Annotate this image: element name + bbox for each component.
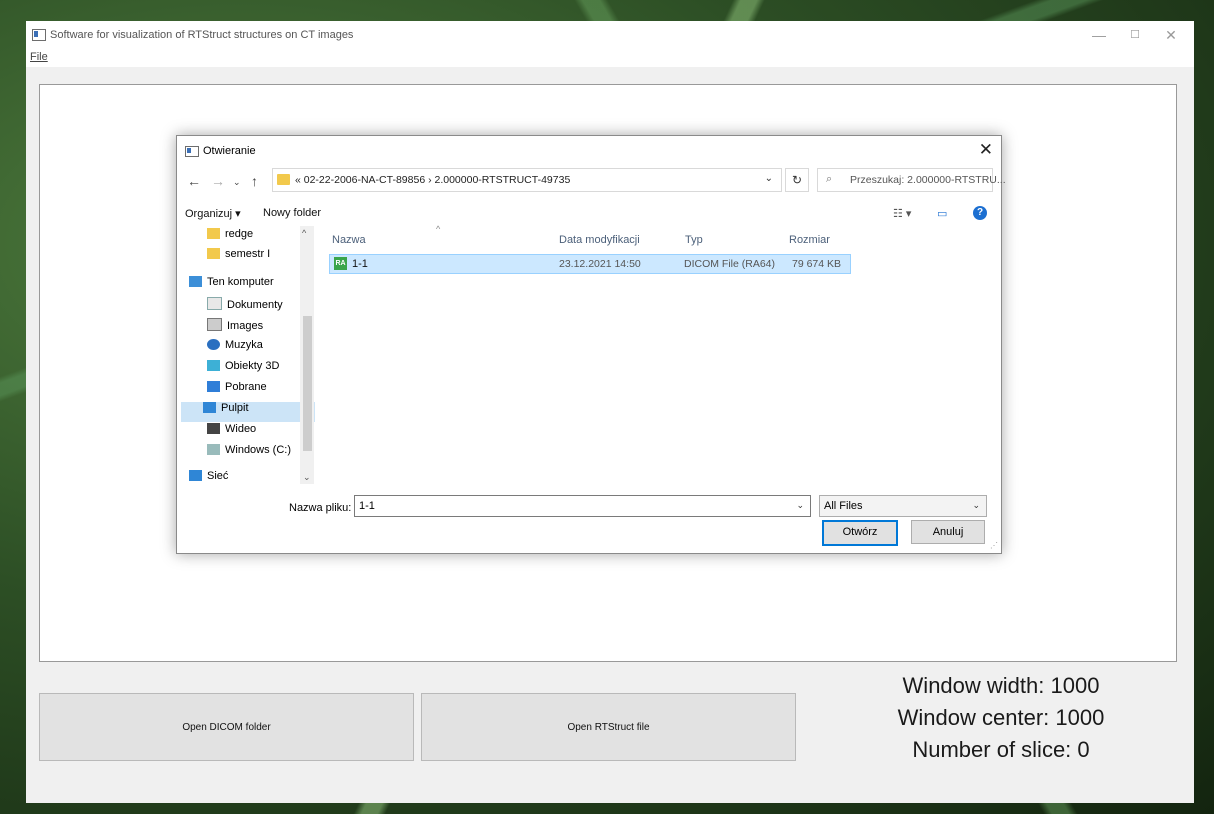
nav-item-label: Sieć	[207, 470, 229, 482]
cancel-button[interactable]: Anuluj	[911, 520, 985, 544]
dicom-file-icon: RA	[334, 257, 347, 270]
objects-3d-icon	[207, 360, 220, 371]
navigation-pane: redge semestr I Ten komputer Dokumenty Image…	[177, 226, 315, 484]
dialog-close-icon[interactable]: ✕	[979, 140, 993, 160]
minimize-icon[interactable]: —	[1084, 25, 1114, 45]
nav-item[interactable]: Ten komputer	[185, 276, 303, 296]
window-title: Software for visualization of RTStruct s…	[50, 29, 354, 41]
file-name: 1-1	[352, 258, 368, 270]
nav-item-label: Obiekty 3D	[225, 360, 280, 372]
title-bar: Software for visualization of RTStruct s…	[26, 21, 1194, 49]
open-button[interactable]: Otwórz	[822, 520, 898, 546]
column-type[interactable]: Typ	[685, 234, 703, 246]
menu-file[interactable]: File	[30, 51, 48, 63]
nav-item[interactable]: Wideo	[185, 423, 315, 443]
video-icon	[207, 423, 220, 434]
documents-icon	[207, 297, 222, 310]
nav-item[interactable]: Sieć	[185, 470, 303, 484]
address-path: « 02-22-2006-NA-CT-89856 › 2.000000-RTST…	[295, 174, 571, 186]
nav-item-label: redge	[225, 228, 254, 240]
window-width-label: Window width: 1000	[902, 673, 1100, 698]
resize-grip-icon[interactable]: ⋰	[990, 541, 998, 550]
close-icon[interactable]: ✕	[1156, 25, 1186, 45]
organize-button[interactable]: Organizuj ▾	[185, 207, 241, 220]
nav-item-label: Dokumenty	[227, 299, 283, 311]
open-dicom-folder-button[interactable]: Open DICOM folder	[39, 693, 414, 761]
file-modified: 23.12.2021 14:50	[559, 258, 641, 270]
app-icon	[32, 29, 46, 41]
search-icon: ⌕	[826, 173, 833, 185]
recent-locations-icon[interactable]: ⌄	[233, 177, 241, 188]
nav-item-label: Ten komputer	[207, 276, 274, 288]
menu-bar: File	[26, 49, 1194, 67]
window-center-label: Window center: 1000	[897, 705, 1105, 730]
nav-item[interactable]: redge	[185, 228, 315, 248]
column-modified[interactable]: Data modyfikacji	[559, 234, 640, 246]
nav-item[interactable]: Dokumenty	[185, 297, 315, 317]
nav-item-label: Pobrane	[225, 381, 267, 393]
folder-icon	[207, 248, 220, 259]
open-file-dialog: Otwieranie ✕ ← → ⌄ ↑ « 02-22-2006-NA-CT-…	[176, 135, 1006, 554]
filename-label: Nazwa pliku:	[289, 502, 352, 514]
scroll-up-icon[interactable]: ^	[302, 228, 306, 238]
nav-item-label: Windows (C:)	[225, 444, 292, 456]
music-icon	[207, 339, 220, 350]
sort-caret-icon: ^	[436, 224, 441, 234]
back-arrow-icon[interactable]: ←	[187, 173, 201, 189]
refresh-icon[interactable]: ↻	[785, 168, 809, 192]
view-options-icon[interactable]: ☷ ▾	[893, 207, 911, 220]
maximize-icon[interactable]: ☐	[1120, 25, 1150, 45]
new-folder-button[interactable]: Nowy folder	[263, 207, 321, 219]
chevron-down-icon[interactable]: ⌄	[765, 173, 773, 184]
dialog-title: Otwieranie	[203, 145, 256, 157]
chevron-down-icon[interactable]: ⌄	[972, 500, 980, 511]
nav-item[interactable]: Pobrane	[185, 381, 315, 401]
images-icon	[207, 318, 222, 331]
network-icon	[189, 470, 202, 481]
column-size[interactable]: Rozmiar	[789, 234, 830, 246]
nav-item-label: Images	[227, 320, 264, 332]
downloads-icon	[207, 381, 220, 392]
folder-icon	[207, 228, 220, 239]
column-name[interactable]: Nazwa	[332, 234, 366, 246]
address-bar[interactable]: « 02-22-2006-NA-CT-89856 › 2.000000-RTST…	[272, 168, 782, 192]
nav-scrollbar-thumb[interactable]	[303, 316, 312, 451]
filename-input[interactable]: 1-1 ⌄	[354, 495, 811, 517]
nav-item-label: Wideo	[225, 423, 257, 435]
preview-pane-icon[interactable]: ▭	[937, 207, 947, 220]
drive-icon	[207, 444, 220, 455]
dialog-icon	[185, 146, 199, 157]
nav-item[interactable]: Images	[185, 318, 315, 338]
nav-item[interactable]: Muzyka	[185, 339, 315, 359]
scroll-down-icon[interactable]: ⌄	[303, 472, 311, 483]
file-row[interactable]: RA 1-1 23.12.2021 14:50 DICOM File (RA64…	[329, 254, 851, 274]
folder-icon	[277, 174, 290, 185]
search-input[interactable]: ⌕ Przeszukaj: 2.000000-RTSTRU...	[817, 168, 1006, 192]
search-placeholder: Przeszukaj: 2.000000-RTSTRU...	[850, 174, 1006, 186]
file-size: 79 674 KB	[792, 258, 842, 270]
filename-value: 1-1	[359, 500, 375, 512]
filter-value: All Files	[824, 500, 863, 512]
nav-item[interactable]: Obiekty 3D	[185, 360, 315, 380]
desktop-icon	[203, 402, 216, 413]
chevron-down-icon[interactable]: ⌄	[796, 500, 804, 511]
nav-item-label: semestr I	[225, 248, 271, 260]
file-type: DICOM File (RA64)	[684, 258, 776, 270]
nav-item[interactable]: semestr I	[185, 248, 315, 268]
help-icon[interactable]: ?	[973, 206, 987, 220]
nav-item-label: Pulpit	[221, 402, 249, 414]
nav-item-label: Muzyka	[225, 339, 263, 351]
file-type-filter[interactable]: All Files ⌄	[819, 495, 987, 517]
nav-item[interactable]: Pulpit	[181, 402, 315, 422]
forward-arrow-icon[interactable]: →	[211, 173, 225, 189]
slice-number-label: Number of slice: 0	[912, 737, 1090, 762]
open-rtstruct-file-button[interactable]: Open RTStruct file	[421, 693, 796, 761]
up-arrow-icon[interactable]: ↑	[251, 173, 258, 189]
nav-item[interactable]: Windows (C:)	[185, 444, 315, 464]
computer-icon	[189, 276, 202, 287]
